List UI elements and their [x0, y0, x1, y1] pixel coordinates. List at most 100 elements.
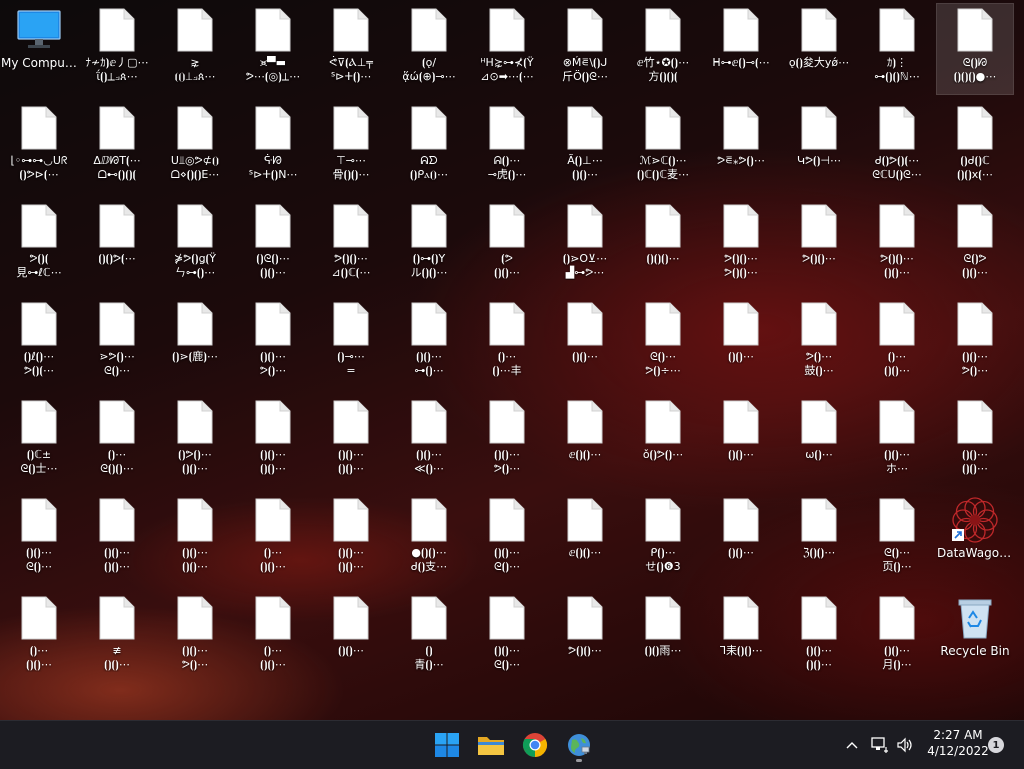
desktop-file-item[interactable]: ⦗⦘⦗⦘⋯ ᘓ⦗⦘⋯	[469, 592, 545, 682]
desktop-file-item[interactable]: ⅇ竹⋆✪⦗⦘⋯ ⽅⦗⦘⦗⦘⦗	[625, 4, 701, 94]
desktop-file-item[interactable]: ⦗⦘⋯ ⦗⦘⦗⦘⋯	[235, 592, 311, 682]
desktop-file-item[interactable]: ⦗⦘⦗⦘⋯ ⦗⦘⦗⦘⋯	[937, 396, 1013, 486]
desktop-file-item[interactable]: ⦗⦘⦗⦘⋯ ⦗⦘⦗⦘⋯	[313, 396, 389, 486]
network-status-button[interactable]	[868, 733, 892, 757]
desktop-file-item[interactable]: ⦗ᕗ ⦗⦘⦗⦘⋯	[469, 200, 545, 290]
desktop-file-item[interactable]: ᒣ耒⦗⦘⦗⦘⋯	[703, 592, 779, 682]
desktop-file-item[interactable]: ⦗⦘⦗⦘⋯ ᕗ⦗⦘⋯	[157, 592, 233, 682]
chrome-button[interactable]	[517, 727, 553, 763]
desktop-file-item[interactable]: ｶ⦘⋮ ⊶⦗⦘⦗⦘ℕ⋯	[859, 4, 935, 94]
desktop-file-item[interactable]: ⅇ⦗⦘⦗⦘⋯	[547, 494, 623, 584]
desktop-file-item[interactable]: ⦗⦘⦗⦘⋯	[703, 298, 779, 388]
desktop-file-item[interactable]: ⊤⊸⋯ 骨⦗⦘⦗⦘⋯	[313, 102, 389, 192]
desktop-file-item[interactable]: ●⦗⦘⦗⦘⋯ ᑯ⦗⦘支⋯	[391, 494, 467, 584]
desktop-file-item[interactable]: ⊗Ḿ⋷\⦗⦘ᒍ ⽄Ö⦗⦘ᘓ⋯	[547, 4, 623, 94]
desktop-file-item[interactable]: ⋗ᕗ⦗⦘⋯ ᘓ⦗⦘⋯	[79, 298, 155, 388]
desktop-file-item[interactable]: ﾅ≁ｶ⦘ⅇ丿▢⋯ ΐ⦗⦘⟂⟓ጰ⋯	[79, 4, 155, 94]
desktop-file-item[interactable]: ᕗ⦗⦘⦗⦘⋯ ⊿⦗⦘ℂ⦗⋯	[313, 200, 389, 290]
desktop-file-item[interactable]: ⦗⦘⦗⦘⋯ ≪⦗⦘⋯	[391, 396, 467, 486]
desktop-file-item[interactable]: ⦗⦘ 青⦗⦘⋯	[391, 592, 467, 682]
desktop-file-item[interactable]: ᑌ⫫◎ᕗ⊄⦗⦘ ᗝ⋄⦗⦘⦗⦘Ε⋯	[157, 102, 233, 192]
desktop-file-item[interactable]: ǫ⦗⦘夋大yǿ⋯	[781, 4, 857, 94]
desktop-file-item[interactable]: ᕗ⦗⦘⦗⦘⋯	[781, 200, 857, 290]
desktop-file-item[interactable]: ᘓ⦗⦘ᕗ ⦗⦘⦗⦘⋯	[937, 200, 1013, 290]
recycle-bin-icon-item[interactable]: Recycle Bin	[937, 592, 1013, 682]
desktop-file-item[interactable]: ⦗⦘⊸⋯ =	[313, 298, 389, 388]
desktop-file-item[interactable]: ⌊◦⊶⊶◡ᑌᖇ ⦗⦘ᕗ⊳⦗⋯	[1, 102, 77, 192]
desktop-file-item[interactable]: ⦗⦘⦗⦘ᕗ⦗⋯	[79, 200, 155, 290]
volume-button[interactable]	[893, 733, 917, 757]
my-computer-icon-item[interactable]: My Computer	[1, 4, 77, 94]
desktop-file-item[interactable]: ᘓ⦗⦘ᘙ ⦗⦘⦗⦘⦗⦘●⋯	[936, 3, 1014, 95]
desktop-file-item[interactable]: ⦗⦘ᘓ⦗⦘⋯ ⦗⦘⦗⦘⋯	[235, 200, 311, 290]
desktop-file-item[interactable]: ⦗ǫ/ ᾅώ⦗⊕⦘⊸⋯	[391, 4, 467, 94]
desktop-file-item[interactable]: Ã⦗⦘⊥⋯ ⦗⦘⦗⦘⋯	[547, 102, 623, 192]
desktop-file-item[interactable]: ⦗⦘⦗⦘⋯ ᘓ⦗⦘⋯	[469, 494, 545, 584]
desktop-file-item[interactable]: ᘓ⦗⦘⋯ ᕗ⦗⦘÷⋯	[625, 298, 701, 388]
desktop-file-item[interactable]: ᕗ⦗⦘⦗ 見⊶ℓℂ⋯	[1, 200, 77, 290]
desktop-file-item[interactable]: ᕱᗤ ⦗⦘ᑭⲁ⦗⦘⋯	[391, 102, 467, 192]
desktop-file-item[interactable]: ⦗⦘ᑯ⦗⦘ℂ ⦗⦘⦗⦘x⦗⋯	[937, 102, 1013, 192]
desktop-file-item[interactable]: ᕚ⊽⦗Ⲁ⊥╤ ᔆ⊳ⵜ⦗⦘⋯	[313, 4, 389, 94]
desktop[interactable]: My Computer ﾅ≁ｶ⦘ⅇ丿▢⋯ ΐ⦗⦘⟂⟓ጰ⋯ ⋧ ⦗⦗⦘⟂⟓ጰ⋯ ⪤▀▬ …	[0, 0, 1024, 720]
desktop-file-item[interactable]: ⦗⦘⦗⦘⦗⦘⋯	[625, 200, 701, 290]
desktop-file-item[interactable]: ᴴH⋩⊶⊀⦗Ÿ ⊿⊙➡⋯⦗⋯	[469, 4, 545, 94]
desktop-file-item[interactable]: ⦗⦘⋯ ⦗⦘⦗⦘⋯	[1, 592, 77, 682]
desktop-file-item[interactable]: ᕗ⋷⁎ᕗ⦗⦘⋯	[703, 102, 779, 192]
desktop-file-item[interactable]: ǒ⦗⦘ᕗ⦗⦘⋯	[625, 396, 701, 486]
desktop-file-item[interactable]: ℳ⋗ℂ⦗⦘⋯ ⦗⦘ℂ⦗⦘ℂ麦⋯	[625, 102, 701, 192]
desktop-file-item[interactable]: ⦗⦘ℂ± ᘓ⦗⦘士⋯	[1, 396, 77, 486]
desktop-file-item[interactable]: ⅇ⦗⦘⦗⦘⋯	[547, 396, 623, 486]
show-hidden-icons-button[interactable]	[842, 733, 862, 757]
file-explorer-button[interactable]	[473, 727, 509, 763]
desktop-file-item[interactable]: ⦗⦘⋯ ᘓ⦗⦘⦗⦘⋯	[79, 396, 155, 486]
desktop-file-item[interactable]: ᑭ⦗⦘⋯ せ⦗⦘❻3	[625, 494, 701, 584]
desktop-file-item[interactable]: ≢ ⦗⦘⦗⦘⋯	[79, 592, 155, 682]
desktop-file-item[interactable]: ᕗ⦗⦘⋯ 鼓⦗⦘⋯	[781, 298, 857, 388]
desktop-file-item[interactable]: ⦗⦘⦗⦘⋯	[703, 396, 779, 486]
desktop-file-item[interactable]: ΔⅅᘙT⦗⋯ ᗝ⊷⦗⦘⦗⦘⦗	[79, 102, 155, 192]
desktop-file-item[interactable]: ⦗⦘⦗⦘⋯ ホ⋯	[859, 396, 935, 486]
desktop-file-item[interactable]: ᘓ⦗⦘⋯ 页⦗⦘⋯	[859, 494, 935, 584]
desktop-file-item[interactable]: ⦗⦘⋗⦗鹿⦘⋯	[157, 298, 233, 388]
desktop-file-item[interactable]: ⦗⦘⦗⦘⋯ ᕗ⦗⦘⋯	[235, 298, 311, 388]
desktop-file-item[interactable]: ⦗⦘⦗⦘⋯ 月⦗⦘⋯	[859, 592, 935, 682]
desktop-file-item[interactable]: ⦗⦘⋯ ⦗⦘⦗⦘⋯	[235, 494, 311, 584]
network-globe-app-button[interactable]	[561, 727, 597, 763]
desktop-file-item[interactable]: ω⦗⦘⋯	[781, 396, 857, 486]
desktop-file-item[interactable]: ⦗⦘⊶⦗⦘Y ル⦗⦘⦗⦘⋯	[391, 200, 467, 290]
datawagon-icon-item[interactable]: DataWagon...	[937, 494, 1013, 584]
desktop-file-item[interactable]: ⦗⦘⦗⦘⋯	[313, 592, 389, 682]
clock[interactable]: 2:27 AM 4/12/2022	[918, 727, 998, 759]
desktop-file-item[interactable]: ⦗⦘⋯ ⦗⦘⋯丰	[469, 298, 545, 388]
desktop-file-item[interactable]: Կᕗ⦗⦘⊣⋯	[781, 102, 857, 192]
start-button[interactable]	[429, 727, 465, 763]
desktop-file-item[interactable]: ⦗⦘⦗⦘⋯ ⦗⦘⦗⦘⋯	[781, 592, 857, 682]
desktop-file-item[interactable]: ⋧ ⦗⦗⦘⟂⟓ጰ⋯	[157, 4, 233, 94]
desktop-file-item[interactable]: ⦗⦘⦗⦘雨⋯	[625, 592, 701, 682]
desktop-file-item[interactable]: ℨ⦗⦘⦗⦘⋯	[781, 494, 857, 584]
desktop-file-item[interactable]: ᕼ⊶ⅇ⦗⦘⊸⦗⋯	[703, 4, 779, 94]
desktop-file-item[interactable]: ᕱ⦗⦘⋯ ⊸虎⦗⦘⋯	[469, 102, 545, 192]
desktop-file-item[interactable]: ⦗⦘⦗⦘⋯ ⦗⦘⦗⦘⋯	[313, 494, 389, 584]
desktop-file-item[interactable]: ⦗⦘⦗⦘⋯ ᘓ⦗⦘⋯	[1, 494, 77, 584]
desktop-file-item[interactable]: ⦗⦘⋯ ⦗⦘⦗⦘⋯	[859, 298, 935, 388]
desktop-file-item[interactable]: ⦗⦘⦗⦘⋯ ᕗ⦗⦘⋯	[469, 396, 545, 486]
desktop-file-item[interactable]: ⪤▀▬ ᕗ⋯⦗◎⦘⟂⋯	[235, 4, 311, 94]
desktop-file-item[interactable]: ⋡ᕗ⦗⦘ǥ⦗Ÿ ㄣ⊶⦗⦘⋯	[157, 200, 233, 290]
desktop-file-item[interactable]: ᕏᘙ ᔆ⊳ⵜ⦗⦘Ν⋯	[235, 102, 311, 192]
desktop-file-item[interactable]: ⦗⦘⋗O⊻⋯ ▟⊶ᕗ⋯	[547, 200, 623, 290]
desktop-file-item[interactable]: ᕗ⦗⦘⦗⦘⋯ ⦗⦘⦗⦘⋯	[859, 200, 935, 290]
desktop-file-item[interactable]: ⦗⦘⦗⦘⋯ ⦗⦘⦗⦘⋯	[79, 494, 155, 584]
desktop-file-item[interactable]: ⦗⦘⦗⦘⋯	[703, 494, 779, 584]
desktop-file-item[interactable]: ⦗⦘⦗⦘⋯ ⦗⦘⦗⦘⋯	[235, 396, 311, 486]
desktop-file-item[interactable]: ᕗ⦗⦘⦗⦘⋯ ᕗ⦗⦘⦗⦘⋯	[703, 200, 779, 290]
desktop-file-item[interactable]: ⦗⦘⦗⦘⋯ ᕗ⦗⦘⋯	[937, 298, 1013, 388]
desktop-file-item[interactable]: ⦗⦘ᕗ⦗⦘⋯ ⦗⦘⦗⦘⋯	[157, 396, 233, 486]
desktop-file-item[interactable]: ⦗⦘⦗⦘⋯	[547, 298, 623, 388]
desktop-file-item[interactable]: ᑯ⦗⦘ᕗ⦗⦘⦗⋯ ᘓℂᑌ⦗⦘ᘓ⋯	[859, 102, 935, 192]
desktop-file-item[interactable]: ᕗ⦗⦘⦗⦘⋯	[547, 592, 623, 682]
desktop-file-item[interactable]: ⦗⦘ℓ⦗⦘⋯ ᕗ⦗⦘⦗⋯	[1, 298, 77, 388]
desktop-file-item[interactable]: ⦗⦘⦗⦘⋯ ⦗⦘⦗⦘⋯	[157, 494, 233, 584]
desktop-file-item[interactable]: ⦗⦘⦗⦘⋯ ⊶⦗⦘⋯	[391, 298, 467, 388]
